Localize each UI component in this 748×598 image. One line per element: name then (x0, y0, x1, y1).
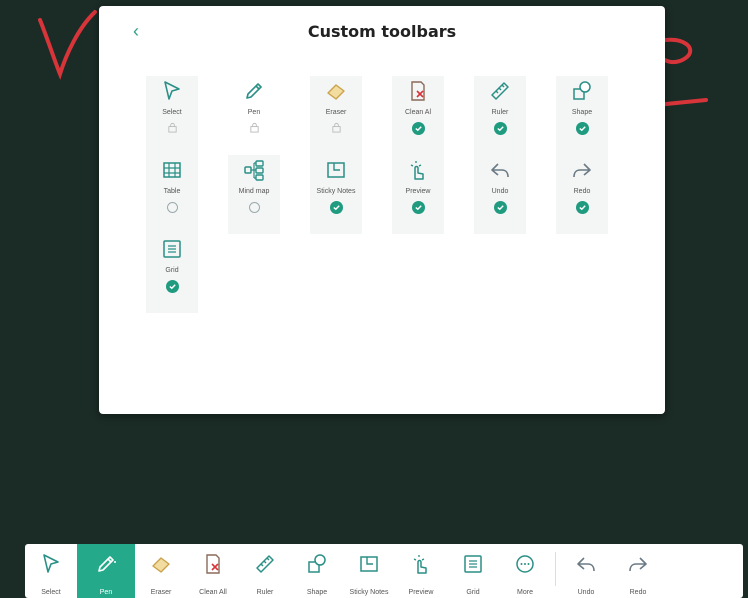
toolbar-button-label: Sticky Notes (349, 589, 389, 596)
toolbar-button-pen[interactable]: Pen (77, 544, 135, 598)
tool-option-label: Ruler (491, 109, 509, 116)
tool-option-label: Pen (247, 109, 261, 116)
tool-grid: Select Pen Eraser Clean Al Ruler Shape Table Mi… (131, 76, 623, 313)
toolbar-button-label: Pen (99, 589, 113, 596)
undo-icon (574, 552, 598, 581)
toolbar-button-grid[interactable]: Grid (447, 544, 499, 598)
sticky-notes-icon (321, 155, 351, 185)
checkmark-icon[interactable] (411, 122, 425, 135)
tool-option[interactable]: Mind map (228, 155, 280, 234)
toolbar-divider (555, 552, 556, 586)
toolbar-button-preview[interactable]: Preview (395, 544, 447, 598)
tool-option-label: Preview (405, 188, 431, 195)
cursor-icon (39, 552, 63, 581)
toolbar-button-label: Select (41, 589, 61, 596)
toolbar-button-eraser[interactable]: Eraser (135, 544, 187, 598)
toolbar-button-clean-all[interactable]: Clean All (187, 544, 239, 598)
toolbar-button-more[interactable]: More (499, 544, 551, 598)
tool-option[interactable]: Undo (474, 155, 526, 234)
toolbar-button-label: Ruler (256, 589, 274, 596)
toolbar-button-label: Preview (408, 589, 434, 596)
tool-option-label: Grid (165, 267, 179, 274)
toolbar-button-label: More (517, 589, 533, 596)
tool-option[interactable]: Sticky Notes (310, 155, 362, 234)
eraser-icon (321, 76, 351, 106)
mind-map-icon (239, 155, 269, 185)
toolbar-button-shape[interactable]: Shape (291, 544, 343, 598)
tool-option-label: Shape (571, 109, 593, 116)
tool-option[interactable]: Table (146, 155, 198, 234)
tool-option[interactable]: Preview (392, 155, 444, 234)
cursor-icon (157, 76, 187, 106)
pen-icon (94, 552, 118, 581)
clean-all-icon (403, 76, 433, 106)
preview-icon (403, 155, 433, 185)
tool-option-label: Sticky Notes (316, 188, 356, 195)
toolbar-button-label: Undo (577, 589, 595, 596)
checkmark-icon[interactable] (575, 201, 589, 214)
ruler-icon (253, 552, 277, 581)
toolbar-button-label: Redo (629, 589, 647, 596)
redo-icon (567, 155, 597, 185)
more-icon (513, 552, 537, 581)
grid-icon (461, 552, 485, 581)
sticky-notes-icon (357, 552, 381, 581)
bottom-toolbar: Select Pen Eraser Clean All Ruler Shape Sticky… (25, 544, 743, 598)
custom-toolbars-panel: ‹ Custom toolbars Select Pen Eraser Clean A… (99, 6, 665, 414)
toolbar-button-redo[interactable]: Redo (612, 544, 664, 598)
tool-option-label: Clean Al (404, 109, 432, 116)
redo-icon (626, 552, 650, 581)
tool-option[interactable]: Clean Al (392, 76, 444, 155)
tool-option-label: Mind map (238, 188, 270, 195)
toolbar-button-undo[interactable]: Undo (560, 544, 612, 598)
toolbar-button-ruler[interactable]: Ruler (239, 544, 291, 598)
toolbar-button-label: Eraser (150, 589, 172, 596)
unchecked-circle-icon[interactable] (248, 202, 260, 213)
lock-icon (167, 120, 178, 138)
toolbar-button-label: Shape (306, 589, 328, 596)
tool-option[interactable]: Shape (556, 76, 608, 155)
tool-option-label: Select (162, 109, 182, 116)
shape-icon (567, 76, 597, 106)
grid-icon (157, 234, 187, 264)
checkmark-icon[interactable] (329, 201, 343, 214)
checkmark-icon[interactable] (165, 280, 179, 293)
checkmark-icon[interactable] (493, 122, 507, 135)
tool-option[interactable]: Ruler (474, 76, 526, 155)
lock-icon (249, 120, 260, 138)
tool-option[interactable]: Redo (556, 155, 608, 234)
table-icon (157, 155, 187, 185)
tool-option[interactable]: Select (146, 76, 198, 155)
tool-option[interactable]: Eraser (310, 76, 362, 155)
toolbar-button-label: Clean All (199, 589, 227, 596)
lock-icon (331, 120, 342, 138)
tool-option-label: Eraser (325, 109, 347, 116)
toolbar-button-select[interactable]: Select (25, 544, 77, 598)
unchecked-circle-icon[interactable] (166, 202, 178, 213)
tool-option-label: Undo (491, 188, 509, 195)
pen-icon (239, 76, 269, 106)
checkmark-icon[interactable] (493, 201, 507, 214)
ruler-icon (485, 76, 515, 106)
clean-all-icon (201, 552, 225, 581)
toolbar-button-sticky-notes[interactable]: Sticky Notes (343, 544, 395, 598)
preview-icon (409, 552, 433, 581)
checkmark-icon[interactable] (575, 122, 589, 135)
shape-icon (305, 552, 329, 581)
undo-icon (485, 155, 515, 185)
checkmark-icon[interactable] (411, 201, 425, 214)
tool-option[interactable]: Pen (228, 76, 280, 155)
tool-option-label: Redo (573, 188, 591, 195)
tool-option-label: Table (163, 188, 181, 195)
tool-option[interactable]: Grid (146, 234, 198, 313)
toolbar-button-label: Grid (466, 589, 480, 596)
eraser-icon (149, 552, 173, 581)
page-title: Custom toolbars (307, 22, 457, 41)
